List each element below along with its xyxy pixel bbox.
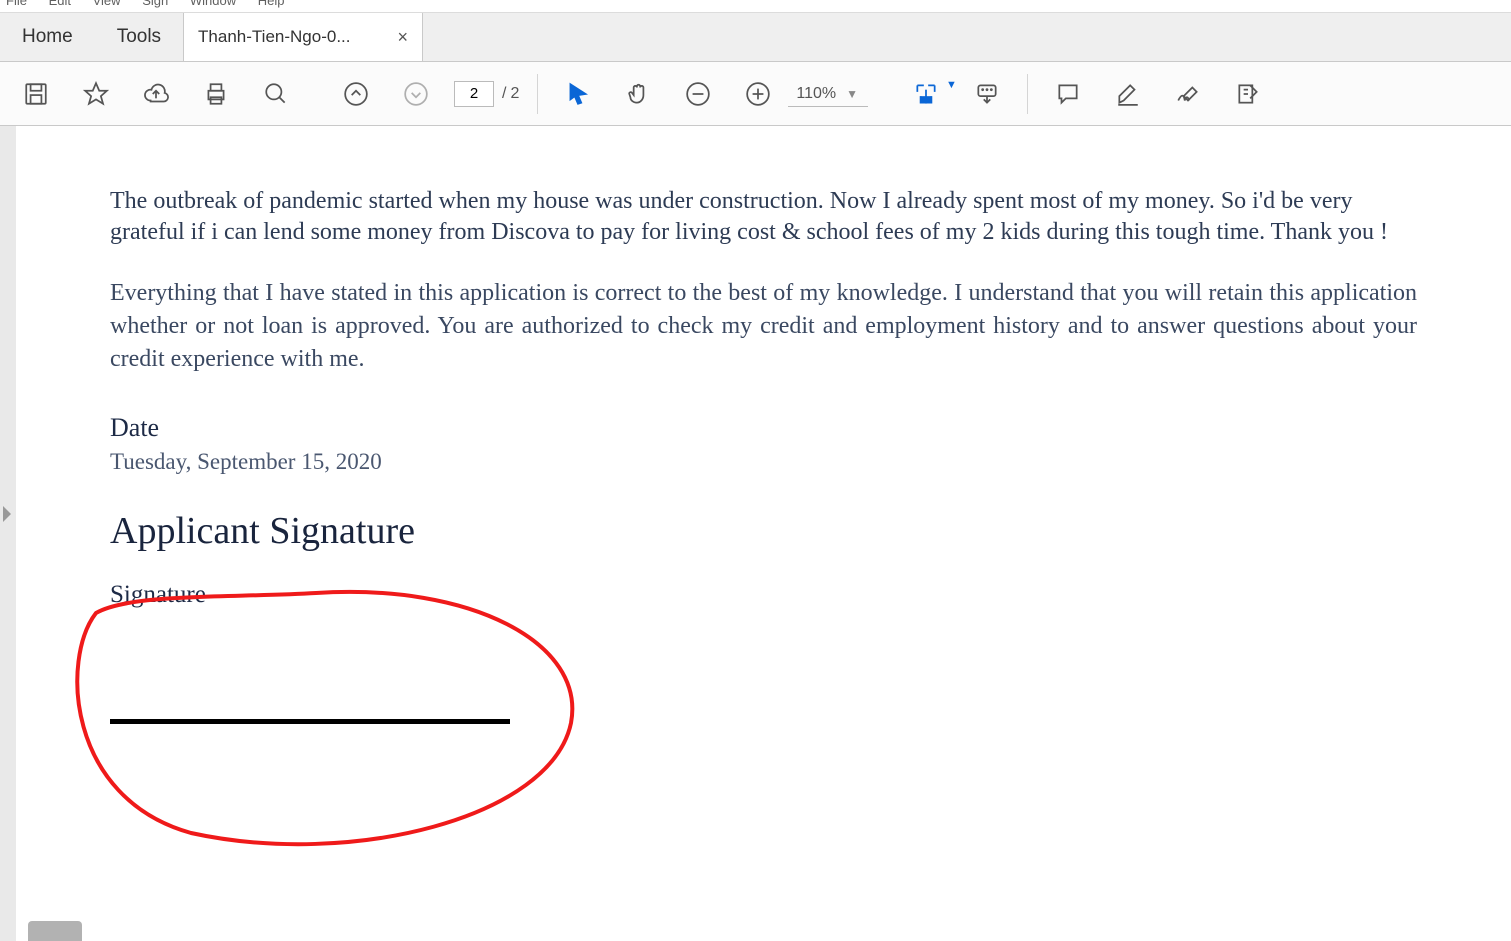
date-value: Tuesday, September 15, 2020 xyxy=(110,449,1417,475)
date-label: Date xyxy=(110,413,1417,443)
print-icon[interactable] xyxy=(192,70,240,118)
page-total: 2 xyxy=(510,85,519,103)
sign-icon[interactable] xyxy=(1164,70,1212,118)
star-icon[interactable] xyxy=(72,70,120,118)
workspace: The outbreak of pandemic started when my… xyxy=(0,126,1511,941)
signature-heading: Applicant Signature xyxy=(110,509,1417,553)
save-icon[interactable] xyxy=(12,70,60,118)
find-icon[interactable] xyxy=(252,70,300,118)
page-display-icon[interactable] xyxy=(963,70,1011,118)
tab-strip: Home Tools Thanh-Tien-Ngo-0... × xyxy=(0,12,1511,62)
page-up-icon[interactable] xyxy=(332,70,380,118)
hand-tool-icon[interactable] xyxy=(614,70,662,118)
menu-file[interactable]: File xyxy=(6,0,27,8)
page-down-icon[interactable] xyxy=(392,70,440,118)
zoom-value: 110% xyxy=(796,85,836,103)
toolbar: / 2 110% ▼ ▼ xyxy=(0,62,1511,126)
fit-width-icon[interactable] xyxy=(902,70,950,118)
signature-label: Signature xyxy=(110,581,1417,609)
zoom-out-icon[interactable] xyxy=(674,70,722,118)
chevron-down-icon[interactable]: ▼ xyxy=(946,79,957,91)
menu-edit[interactable]: Edit xyxy=(49,0,71,8)
tab-document[interactable]: Thanh-Tien-Ngo-0... × xyxy=(183,13,423,61)
menu-window[interactable]: Window xyxy=(190,0,236,8)
menu-sign[interactable]: Sign xyxy=(142,0,168,8)
toolbar-separator xyxy=(1027,74,1028,114)
page-separator: / xyxy=(502,85,506,103)
signature-line xyxy=(110,719,510,724)
select-tool-icon[interactable] xyxy=(554,70,602,118)
nav-pane-toggle[interactable] xyxy=(0,126,16,941)
menu-help[interactable]: Help xyxy=(258,0,285,8)
cloud-upload-icon[interactable] xyxy=(132,70,180,118)
chevron-down-icon[interactable]: ▼ xyxy=(846,87,858,101)
page-thumbnail-indicator[interactable] xyxy=(28,921,82,941)
document-page: The outbreak of pandemic started when my… xyxy=(16,126,1511,941)
page-indicator: / 2 xyxy=(454,81,519,107)
tab-tools[interactable]: Tools xyxy=(95,13,183,61)
tab-document-label: Thanh-Tien-Ngo-0... xyxy=(198,27,350,47)
menu-view[interactable]: View xyxy=(93,0,121,8)
zoom-level[interactable]: 110% ▼ xyxy=(796,80,868,107)
comment-icon[interactable] xyxy=(1044,70,1092,118)
paragraph-intro: The outbreak of pandemic started when my… xyxy=(110,186,1417,247)
close-tab-icon[interactable]: × xyxy=(398,27,409,48)
zoom-in-icon[interactable] xyxy=(734,70,782,118)
paragraph-declaration: Everything that I have stated in this ap… xyxy=(110,277,1417,375)
edit-pdf-icon[interactable] xyxy=(1224,70,1272,118)
annotation-circle[interactable] xyxy=(71,588,601,848)
toolbar-separator xyxy=(537,74,538,114)
page-current-input[interactable] xyxy=(454,81,494,107)
highlight-icon[interactable] xyxy=(1104,70,1152,118)
tab-home[interactable]: Home xyxy=(0,13,95,61)
menu-bar: File Edit View Sign Window Help xyxy=(0,0,1511,12)
